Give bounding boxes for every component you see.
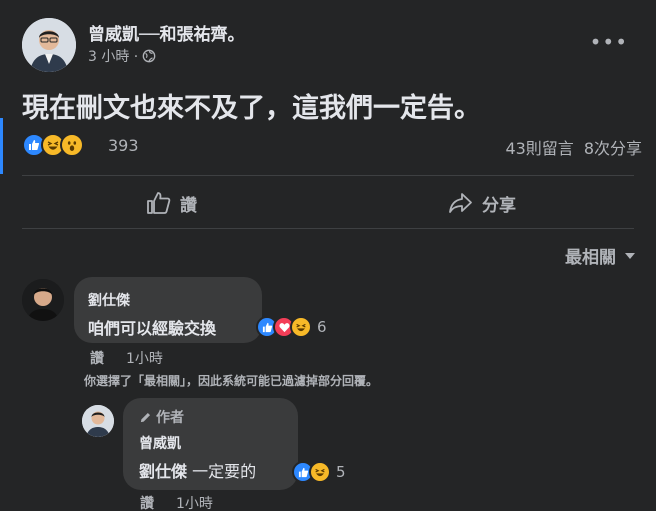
share-button-label: 分享 (482, 195, 516, 216)
globe-icon (142, 49, 156, 63)
comment-like-button[interactable]: 讚 (90, 348, 104, 368)
comment-time[interactable]: 1小時 (126, 348, 163, 368)
like-button[interactable]: 讚 (146, 186, 197, 220)
share-arrow-icon (449, 193, 472, 213)
like-button-label: 讚 (180, 195, 197, 216)
divider (22, 175, 634, 176)
accent-bar (0, 118, 3, 174)
reply-body: 一定要的 (187, 462, 257, 481)
post-stats: 43則留言 8次分享 (505, 135, 642, 159)
thumbs-up-icon (147, 192, 171, 214)
reactions-summary: 393 43則留言 8次分享 (22, 133, 642, 159)
reply-text: 劉仕傑 一定要的 (139, 458, 256, 482)
post-meta: 3 小時 · (88, 46, 156, 66)
filter-note: 你選擇了「最相關」，因此系統可能已過濾掉部分回覆。 (84, 374, 379, 388)
reply-reactions[interactable]: 5 (292, 461, 346, 483)
comments-count[interactable]: 43則留言 (505, 135, 573, 159)
more-options-icon[interactable]: ••• (590, 30, 628, 54)
shares-count[interactable]: 8次分享 (584, 135, 642, 159)
wow-icon (60, 133, 84, 157)
haha-icon (290, 316, 312, 338)
reaction-icons[interactable] (22, 133, 84, 157)
author-badge-label: 作者 (156, 410, 184, 426)
comment-sort-dropdown[interactable]: 最相關 (565, 243, 636, 268)
post-author-name[interactable]: 曾威凱──和張祐齊。 (88, 20, 244, 45)
sort-label: 最相關 (565, 248, 616, 268)
reply-author-avatar[interactable] (82, 405, 114, 437)
reply-time[interactable]: 1小時 (176, 493, 213, 511)
reply-actions: 讚 1小時 (140, 493, 213, 511)
author-avatar[interactable] (22, 18, 76, 72)
post-time[interactable]: 3 小時 · (88, 46, 138, 66)
author-badge: 作者 (139, 407, 184, 427)
reply-reaction-count: 5 (336, 463, 346, 481)
comment-text: 咱們可以經驗交換 (88, 319, 217, 338)
pencil-icon (140, 412, 151, 422)
reaction-count[interactable]: 393 (108, 136, 139, 155)
post-text: 現在刪文也來不及了，這我們一定告。 (22, 93, 481, 124)
caret-down-icon (625, 252, 635, 259)
divider (22, 228, 634, 229)
haha-icon (309, 461, 331, 483)
share-button[interactable]: 分享 (448, 186, 516, 220)
comment-actions: 讚 1小時 (90, 348, 163, 368)
comment-author[interactable]: 劉仕傑 (88, 290, 130, 310)
reply-author[interactable]: 曾威凱 (139, 433, 181, 453)
reply-like-button[interactable]: 讚 (140, 493, 154, 511)
mention-link[interactable]: 劉仕傑 (139, 462, 187, 481)
commenter-avatar[interactable] (22, 279, 64, 321)
comment-reactions[interactable]: 6 (256, 316, 327, 338)
comment-reaction-count: 6 (317, 318, 327, 336)
